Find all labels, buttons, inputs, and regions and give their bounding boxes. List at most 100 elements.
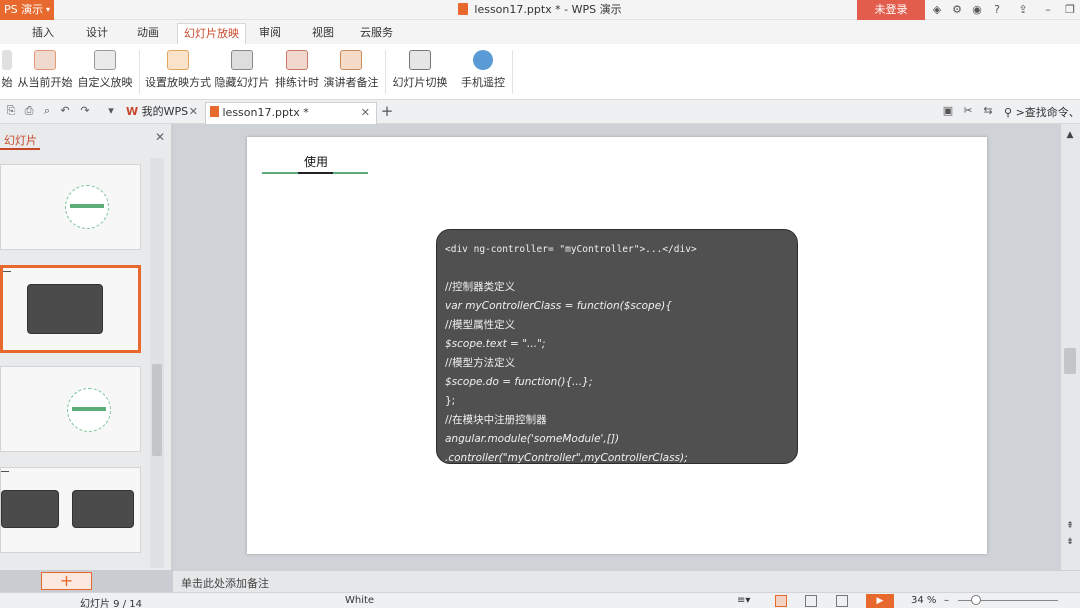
new-file-icon[interactable]: ⎘ [4,104,18,118]
tab-slideshow[interactable]: 幻灯片放映 [177,23,246,44]
tab-cloud[interactable]: 云服务 [354,23,399,44]
skin-icon[interactable]: ◈ [929,2,945,18]
code-line: angular.module('someModule',[]) [445,433,620,445]
thumb-code-box [27,284,103,334]
panel-title[interactable]: 幻灯片 [4,132,37,148]
new-tab-icon[interactable]: + [380,104,394,119]
slide-title[interactable]: 使用 [304,153,328,170]
play-icon [2,50,12,70]
presenter-notes-button[interactable]: 演讲者备注 [323,48,379,98]
transition-icon [409,50,431,70]
code-line: <div ng-controller= "myController">...</… [445,244,697,255]
search-icon: ⚲ [1004,106,1013,119]
thumb-title-bar [70,204,104,208]
print-icon[interactable]: ⎙ [22,104,36,118]
view-menu-icon[interactable]: ≡▾ [737,595,750,606]
slide-scrollbar[interactable] [1061,124,1080,570]
tab-my-wps[interactable]: W 我的WPS ✕ [122,102,204,124]
slide-scroll-thumb[interactable] [1064,348,1076,374]
code-box[interactable]: <div ng-controller= "myController">...</… [436,229,798,464]
tab-design[interactable]: 设计 [80,23,114,44]
thumbnail-scrollbar[interactable] [150,158,164,568]
document-icon [458,3,469,15]
close-icon[interactable]: ✕ [155,130,165,144]
theme-name: White [345,595,375,606]
notes-placeholder[interactable]: 单击此处添加备注 [181,575,269,591]
ribbon: 始 从当前开始 自定义放映 设置放映方式 隐藏幻灯片 排练计时 演讲者备注 幻灯… [0,44,1080,100]
tab-lesson17-label: lesson17.pptx * [222,106,309,119]
redo-icon[interactable]: ↷ [78,104,92,118]
feedback-icon[interactable]: ◉ [969,2,985,18]
start-show-label: 始 [1,76,13,89]
code-line: //模型方法定义 [445,357,516,369]
show-settings-button[interactable]: 设置放映方式 [145,48,211,98]
custom-show-label: 自定义放映 [77,76,133,89]
code-line: //控制器类定义 [445,281,516,293]
panel-title-underline [0,148,40,150]
tools-icon[interactable]: ✂ [961,104,975,118]
slide-thumbnail[interactable] [0,164,141,250]
zoom-level: 34 % [911,595,937,606]
command-search[interactable]: ⚲ >查找命令、 [1004,104,1080,120]
start-show-button[interactable]: 始 [0,48,14,98]
zoom-slider-handle[interactable] [971,595,981,605]
upload-icon[interactable]: ⇪ [1015,2,1031,18]
window-title-text: lesson17.pptx * - WPS 演示 [474,3,622,16]
tab-view[interactable]: 视图 [306,23,340,44]
code-line: $scope.text = "..."; [445,338,546,350]
current-slide[interactable]: 使用 <div ng-controller= "myController">..… [247,137,987,554]
restore-icon[interactable]: ❐ [1062,2,1078,18]
thumbnail-scroll-thumb[interactable] [152,364,162,456]
undo-icon[interactable]: ↶ [58,104,72,118]
scroll-up-icon[interactable]: ▲ [1064,130,1076,140]
custom-show-button[interactable]: 自定义放映 [77,48,133,98]
start-slideshow-button[interactable]: ▶ [866,594,894,608]
slide-transition-button[interactable]: 幻灯片切换 [392,48,448,98]
gear-screen-icon [167,50,189,70]
hide-slide-button[interactable]: 隐藏幻灯片 [214,48,270,98]
close-icon[interactable]: ✕ [189,102,198,122]
thumb-code-box [72,490,134,528]
quick-access-toolbar: ⎘ ⎙ ⌕ ↶ ↷ ▾ W 我的WPS ✕ lesson17.pptx * ✕ + … [0,100,1080,124]
next-slide-icon[interactable]: ⇟ [1064,537,1076,547]
timer-icon [286,50,308,70]
close-icon[interactable]: ✕ [361,103,370,123]
add-slide-button[interactable]: + [41,572,92,590]
login-button[interactable]: 未登录 [857,0,925,20]
thumb-circle [65,185,109,229]
slide-thumbnail-selected[interactable] [0,265,141,353]
slide-thumbnail[interactable] [0,467,141,553]
tab-animation[interactable]: 动画 [131,23,165,44]
reading-view-icon[interactable] [836,595,848,607]
print-preview-icon[interactable]: ⌕ [40,104,54,118]
slide-sorter-icon[interactable] [805,595,817,607]
rehearse-timing-button[interactable]: 排练计时 [274,48,320,98]
tab-review[interactable]: 审阅 [253,23,287,44]
code-line: $scope.do = function(){...}; [445,376,593,388]
from-current-button[interactable]: 从当前开始 [17,48,73,98]
phone-remote-button[interactable]: 手机遥控 [459,48,507,98]
hide-slide-label: 隐藏幻灯片 [214,76,270,89]
code-line: }; [445,395,456,407]
minimize-icon[interactable]: – [1040,2,1056,18]
slide-thumbnail[interactable] [0,366,141,452]
ribbon-separator [139,50,140,94]
phone-remote-label: 手机遥控 [461,76,505,89]
code-line: var myControllerClass = function($scope)… [445,300,672,312]
tab-lesson17[interactable]: lesson17.pptx * ✕ [205,102,377,124]
settings-icon[interactable]: ⚙ [949,2,965,18]
tab-insert[interactable]: 插入 [26,23,60,44]
zoom-out-icon[interactable]: – [944,595,949,606]
customize-toolbar-icon[interactable]: ▾ [104,104,118,118]
thumb-circle [67,388,111,432]
presenter-icon [340,50,362,70]
slide-thumbnail-panel: 幻灯片 ✕ + [0,124,172,590]
share-icon[interactable]: ⇆ [981,104,995,118]
presenter-notes-label: 演讲者备注 [323,76,379,89]
previous-slide-icon[interactable]: ⇞ [1064,521,1076,531]
normal-view-icon[interactable] [775,595,787,607]
notes-pane[interactable]: 单击此处添加备注 [173,570,1080,592]
help-icon[interactable]: ? [989,2,1005,18]
comment-icon[interactable]: ▣ [941,104,955,118]
